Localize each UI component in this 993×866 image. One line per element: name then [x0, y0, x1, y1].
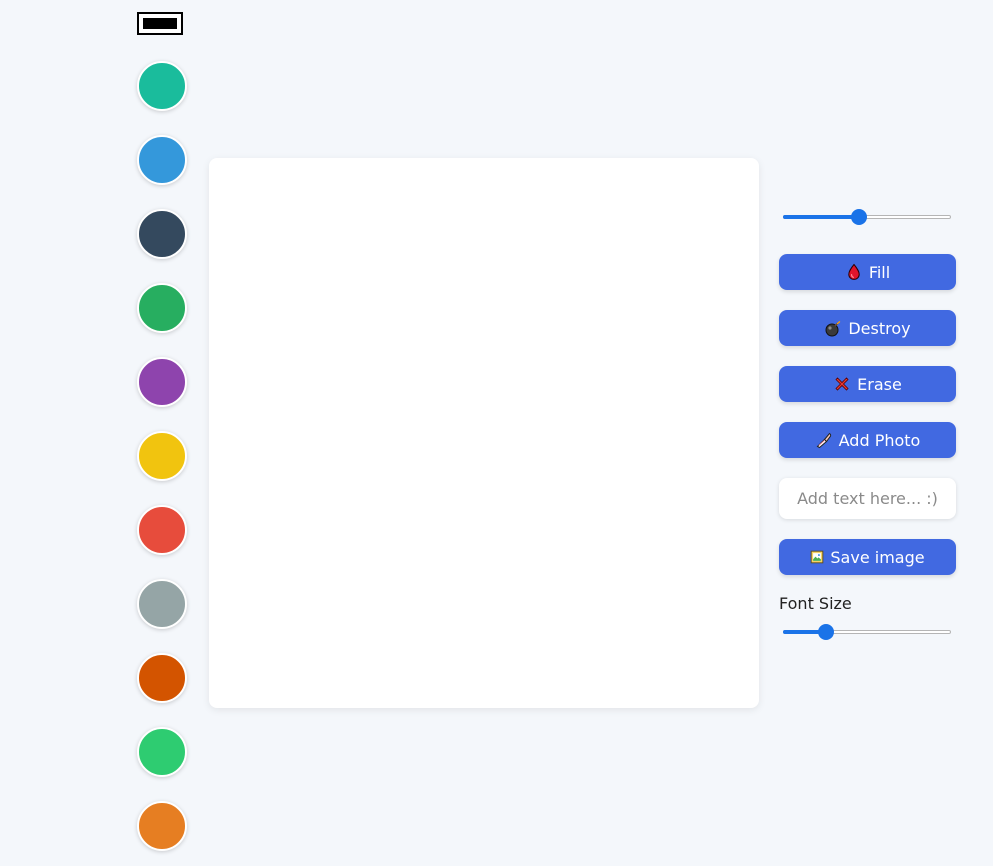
text-input[interactable] — [779, 478, 956, 519]
color-swatch[interactable] — [137, 357, 187, 407]
line-width-slider-fill — [783, 215, 860, 219]
controls-panel: Fill Destroy Erase Add Photo Add text he… — [779, 208, 956, 641]
erase-button[interactable]: Erase — [779, 366, 956, 402]
color-swatch[interactable] — [137, 135, 187, 185]
paint-app: Fill Destroy Erase Add Photo Add text he… — [0, 0, 993, 866]
font-size-slider-thumb[interactable] — [818, 624, 835, 640]
save-image-button-label: Save image — [830, 547, 925, 567]
current-color-picker[interactable] — [137, 12, 183, 35]
font-size-slider[interactable] — [781, 623, 953, 641]
knife-icon — [816, 432, 831, 449]
cross-mark-icon — [835, 377, 849, 391]
current-color-swatch — [143, 18, 177, 29]
destroy-button[interactable]: Destroy — [779, 310, 956, 346]
color-swatch[interactable] — [137, 505, 187, 555]
color-swatch[interactable] — [137, 727, 187, 777]
destroy-button-label: Destroy — [848, 318, 911, 338]
drawing-canvas[interactable] — [209, 158, 759, 708]
bomb-icon — [825, 321, 841, 337]
add-photo-button[interactable]: Add Photo — [779, 422, 956, 458]
color-swatch[interactable] — [137, 579, 187, 629]
save-image-button[interactable]: Save image — [779, 539, 956, 575]
color-swatch[interactable] — [137, 283, 187, 333]
font-size-label: Font Size — [779, 594, 852, 613]
color-swatch[interactable] — [137, 209, 187, 259]
color-swatch[interactable] — [137, 653, 187, 703]
color-swatch[interactable] — [137, 801, 187, 851]
color-swatch[interactable] — [137, 431, 187, 481]
color-swatch[interactable] — [137, 61, 187, 111]
fill-button-label: Fill — [868, 262, 891, 282]
line-width-slider-thumb[interactable] — [851, 209, 868, 225]
fill-button[interactable]: Fill — [779, 254, 956, 290]
line-width-slider[interactable] — [781, 208, 953, 226]
add-photo-button-label: Add Photo — [838, 430, 921, 450]
erase-button-label: Erase — [857, 374, 902, 394]
framed-picture-icon — [811, 550, 824, 564]
drop-icon — [848, 263, 860, 280]
